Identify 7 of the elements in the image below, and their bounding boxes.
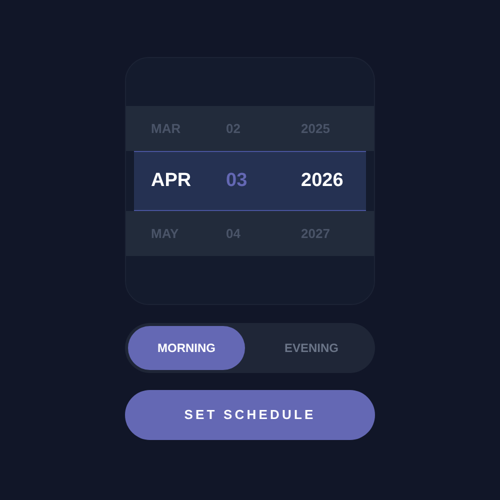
month-text: APR <box>151 168 192 193</box>
time-of-day-option[interactable]: EVENING <box>251 326 372 370</box>
year-text: 2026 <box>301 168 344 193</box>
selected-date-row[interactable]: APR 03 2026 <box>134 151 366 211</box>
day-text: 03 <box>226 168 248 193</box>
time-of-day-option[interactable]: MORNING <box>128 326 245 370</box>
set-schedule-button[interactable]: SET SCHEDULE <box>125 390 375 440</box>
